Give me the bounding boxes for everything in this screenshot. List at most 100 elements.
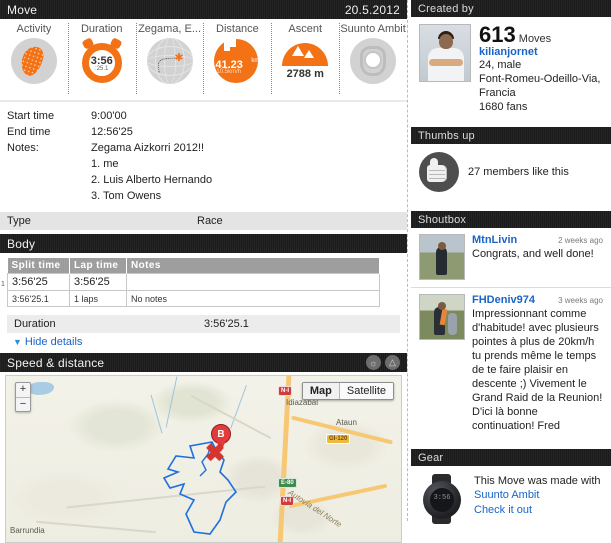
- map-zoom-controls[interactable]: + −: [15, 382, 31, 412]
- moves-count: 613: [479, 22, 516, 47]
- globe-icon[interactable]: ☼: [366, 355, 381, 370]
- cell-notes: [126, 273, 380, 291]
- shoutbox-section: Shoutbox MtnLivin 2 weeks ago Congrats, …: [411, 211, 611, 440]
- gps-track: [162, 441, 238, 535]
- distance-pie-icon: 41.23 km 10.5km/h: [211, 38, 263, 84]
- type-label: Type: [7, 215, 31, 227]
- zoom-in-button[interactable]: +: [16, 383, 30, 397]
- end-time-label: End time: [7, 126, 51, 138]
- thumbs-up-text: 27 members like this: [468, 166, 569, 178]
- laps-header-row: Split time Lap time Notes: [7, 258, 380, 274]
- map-place-label: Barrundia: [10, 526, 45, 535]
- gear-section: Gear 3:56 This Move was made with Suunto…: [411, 449, 611, 530]
- stat-location-label: Zegama, E...: [138, 24, 202, 35]
- cell-split-time: 3:56'25.1: [7, 290, 70, 307]
- commenter-name-link[interactable]: FHDeniv974: [472, 294, 558, 306]
- thumbs-up-body: 27 members like this: [411, 144, 611, 202]
- cell-notes: No notes: [126, 290, 380, 307]
- map-type-switcher[interactable]: Map Satellite: [301, 382, 394, 400]
- speed-distance-header: Speed & distance ☼ △: [0, 353, 407, 372]
- start-time-label: Start time: [7, 110, 55, 122]
- duration-label: Duration: [14, 318, 56, 330]
- location-line-2: Francia: [479, 87, 516, 99]
- duration-row: Duration 3:56'25.1: [7, 315, 400, 333]
- col-lap-time[interactable]: Lap time: [69, 258, 127, 274]
- table-row[interactable]: 3:56'25 3:56'25: [7, 273, 380, 291]
- stat-location[interactable]: Zegama, E... ✱: [135, 19, 204, 100]
- notes-list: 1. me 2. Luis Alberto Hernando 3. Tom Ow…: [91, 156, 400, 204]
- start-time-value: 9:00'00: [91, 110, 127, 122]
- laps-table-wrap: 1 Split time Lap time Notes 3:56'25 3:56…: [0, 253, 407, 307]
- avatar[interactable]: [419, 24, 471, 82]
- stat-ascent[interactable]: Ascent 2788 m: [271, 19, 339, 100]
- commenter-avatar[interactable]: [419, 294, 465, 340]
- moves-count-row: 613 Moves: [479, 24, 600, 46]
- gear-line-1: This Move was made with: [474, 475, 601, 487]
- shoutbox-title: Shoutbox: [418, 213, 467, 226]
- comment-body: MtnLivin 2 weeks ago Congrats, and well …: [472, 234, 603, 280]
- commenter-name-link[interactable]: MtnLivin: [472, 234, 558, 246]
- moves-label: Moves: [518, 33, 552, 45]
- type-row: Type Race: [0, 212, 407, 230]
- map-view-toggles: ☼ △: [366, 355, 400, 370]
- stat-activity[interactable]: Activity: [0, 19, 68, 100]
- notes-title: Zegama Aizkorri 2012!!: [91, 142, 205, 154]
- cell-split-time: 3:56'25: [7, 273, 70, 291]
- thumbs-up-icon[interactable]: [419, 152, 459, 192]
- x-marker-icon: ✖: [204, 440, 226, 467]
- move-column: Move 20.5.2012 Activity Duration 3:56 :2: [0, 0, 407, 543]
- body-header: Body: [0, 234, 407, 253]
- hide-details-label: Hide details: [24, 336, 83, 348]
- col-split-time[interactable]: Split time: [7, 258, 70, 274]
- stat-device-label: Suunto Ambit: [340, 24, 406, 35]
- speed-distance-title: Speed & distance: [7, 355, 105, 370]
- page-root: Move 20.5.2012 Activity Duration 3:56 :2: [0, 0, 611, 543]
- stat-duration[interactable]: Duration 3:56 :25.1: [67, 19, 136, 100]
- gear-cta-link[interactable]: Check it out: [474, 503, 601, 518]
- laps-table: Split time Lap time Notes 3:56'25 3:56'2…: [7, 258, 380, 307]
- comment-message: Congrats, and well done!: [472, 248, 594, 260]
- commenter-avatar[interactable]: [419, 234, 465, 280]
- comment-message: Impressionnant comme d'habitude! avec pl…: [472, 308, 603, 432]
- elevation-chart-icon[interactable]: △: [385, 355, 400, 370]
- zoom-out-button[interactable]: −: [16, 397, 30, 411]
- shoutbox-header: Shoutbox: [411, 211, 611, 228]
- globe-route-icon: ✱: [146, 38, 193, 84]
- map-type-map[interactable]: Map: [302, 383, 339, 399]
- gear-title: Gear: [418, 451, 444, 464]
- stat-ascent-label: Ascent: [288, 24, 323, 35]
- map-route-shield: N-I: [278, 386, 292, 396]
- alarm-clock-icon: 3:56 :25.1: [79, 37, 125, 84]
- end-time-row: End time 12:56'25: [7, 124, 400, 140]
- stat-activity-label: Activity: [16, 24, 52, 35]
- stat-device[interactable]: Suunto Ambit: [339, 19, 407, 100]
- stat-ascent-value: 2788 m: [286, 68, 324, 80]
- map-type-satellite[interactable]: Satellite: [338, 383, 393, 399]
- watch-icon: [350, 38, 397, 84]
- notes-label: Notes:: [7, 142, 39, 154]
- end-time-value: 12:56'25: [91, 126, 133, 138]
- sidebar: Created by 613 Moves kilianjornet 24, ma…: [411, 0, 611, 524]
- created-by-details: 613 Moves kilianjornet 24, male Font-Rom…: [479, 24, 600, 114]
- stat-distance[interactable]: Distance 41.23 km 10.5km/h: [203, 19, 271, 100]
- hide-details-link[interactable]: ▼ Hide details: [13, 336, 400, 348]
- move-title: Move: [7, 2, 38, 17]
- list-item: FHDeniv974 3 weeks ago Impressionnant co…: [411, 288, 611, 440]
- map-canvas[interactable]: N-I GI-120 E-80 N-I Idiazábal Ataun Barr…: [5, 375, 402, 543]
- col-notes[interactable]: Notes: [126, 258, 380, 274]
- username-link[interactable]: kilianjornet: [479, 46, 600, 58]
- collapse-icon: ▼: [13, 337, 22, 347]
- location-line-1: Font-Romeu-Odeillo-Via,: [479, 73, 601, 85]
- gear-header: Gear: [411, 449, 611, 466]
- speed-distance-section: Speed & distance ☼ △ N-I GI-120 E-80 N-I…: [0, 353, 407, 543]
- duration-value: 3:56'25.1: [204, 318, 249, 330]
- table-row[interactable]: 3:56'25.1 1 laps No notes: [7, 290, 380, 307]
- stat-distance-label: Distance: [216, 24, 259, 35]
- map-route-shield: GI-120: [326, 434, 351, 444]
- created-by-section: Created by 613 Moves kilianjornet 24, ma…: [411, 0, 611, 118]
- gear-details: This Move was made with Suunto Ambit Che…: [474, 474, 601, 524]
- stat-distance-unit: km: [251, 58, 260, 64]
- gear-product-link[interactable]: Suunto Ambit: [474, 488, 601, 503]
- cell-lap-time: 1 laps: [69, 290, 127, 307]
- stat-duration-label: Duration: [80, 24, 123, 35]
